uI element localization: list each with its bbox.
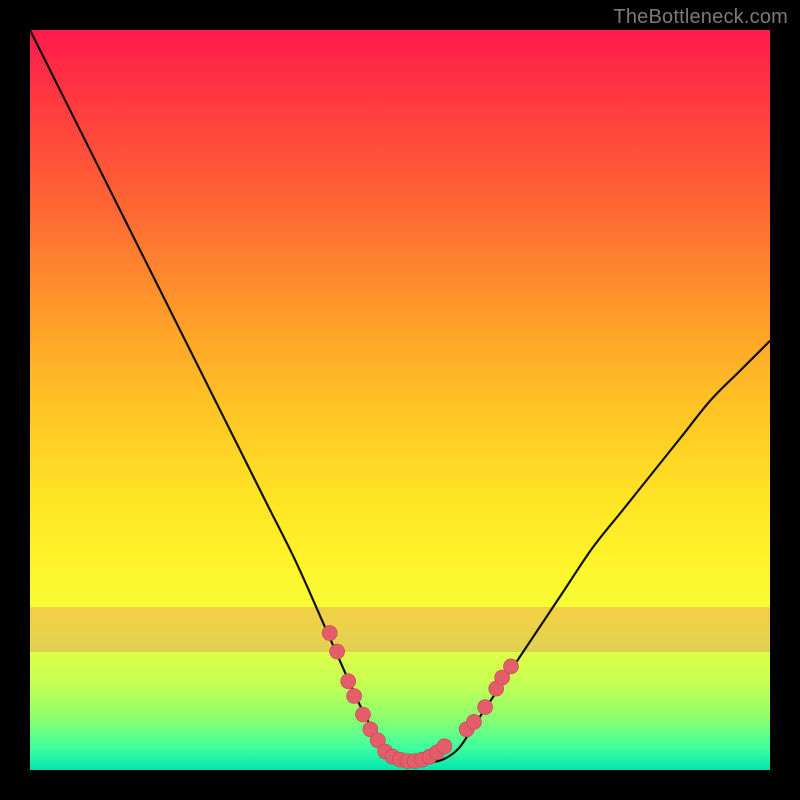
curve-marker <box>347 689 362 704</box>
curve-markers <box>322 626 518 769</box>
plot-area <box>30 30 770 770</box>
curve-marker <box>437 739 452 754</box>
bottleneck-curve <box>30 30 770 770</box>
curve-marker <box>478 700 493 715</box>
curve-marker <box>330 644 345 659</box>
curve-marker <box>341 674 356 689</box>
watermark-text: TheBottleneck.com <box>613 6 788 29</box>
curve-marker <box>356 707 371 722</box>
chart-frame: TheBottleneck.com <box>0 0 800 800</box>
curve-marker <box>467 714 482 729</box>
curve-line <box>30 30 770 763</box>
curve-marker <box>504 659 519 674</box>
curve-marker <box>322 626 337 641</box>
